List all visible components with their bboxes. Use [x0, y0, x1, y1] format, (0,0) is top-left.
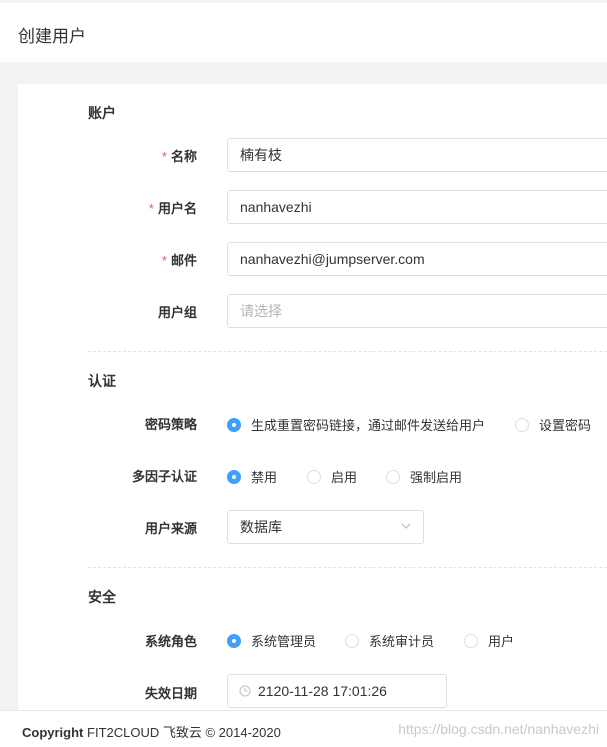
role-label: 系统角色 [144, 634, 197, 649]
radio-role-user[interactable]: 用户 [464, 631, 514, 650]
radio-set-password[interactable]: 设置密码 [515, 415, 591, 434]
expire-label: 失效日期 [144, 686, 197, 701]
radio-dot [386, 469, 400, 484]
name-input[interactable]: 楠有枝 [227, 138, 607, 172]
radio-role-auditor[interactable]: 系统审计员 [345, 631, 434, 650]
section-divider [88, 351, 607, 352]
radio-dot [464, 633, 478, 648]
groups-label: 用户组 [157, 305, 197, 320]
source-select[interactable]: 数据库 [227, 510, 424, 544]
username-label: * 用户名 [148, 201, 197, 216]
radio-dot [515, 417, 529, 432]
expire-date-input[interactable]: 2120-11-28 17:01:26 [227, 674, 447, 708]
email-input[interactable]: nanhavezhi@jumpserver.com [227, 242, 607, 276]
radio-dot [227, 417, 241, 432]
groups-select[interactable]: 请选择 [227, 294, 607, 328]
radio-mfa-forced[interactable]: 强制启用 [386, 467, 462, 486]
mfa-label: 多因子认证 [131, 469, 197, 484]
radio-mfa-disabled[interactable]: 禁用 [227, 467, 277, 486]
user-form: 账户 * 名称 楠有枝 * 用户名 nanhavezhi * 邮件 nanhavezh… [18, 84, 607, 710]
section-account-title: 账户 [88, 105, 116, 121]
section-security-title: 安全 [88, 589, 116, 605]
radio-dot [345, 633, 359, 648]
required-mark: * [161, 149, 167, 164]
name-label: * 名称 [161, 149, 197, 164]
required-mark: * [148, 201, 154, 216]
section-divider [88, 567, 607, 568]
copyright: Copyright FIT2CLOUD 飞致云 © 2014-2020 [22, 725, 281, 740]
clock-icon [239, 685, 251, 697]
source-value: 数据库 [240, 519, 282, 535]
expire-date-value: 2120-11-28 17:01:26 [258, 683, 387, 699]
page-title: 创建用户 [18, 27, 86, 46]
chevron-down-icon [401, 523, 411, 529]
page-header: 创建用户 [0, 0, 607, 62]
watermark: https://blog.csdn.net/nanhavezhi [398, 721, 599, 737]
radio-dot [227, 469, 241, 484]
username-input[interactable]: nanhavezhi [227, 190, 607, 224]
radio-password-reset-link[interactable]: 生成重置密码链接，通过邮件发送给用户 [227, 415, 485, 434]
radio-role-admin[interactable]: 系统管理员 [227, 631, 316, 650]
source-label: 用户来源 [144, 521, 197, 536]
email-label: * 邮件 [161, 253, 197, 268]
password-strategy-label: 密码策略 [144, 417, 197, 432]
radio-dot [307, 469, 321, 484]
radio-dot [227, 633, 241, 648]
page-footer: Copyright FIT2CLOUD 飞致云 © 2014-2020 http… [0, 710, 607, 747]
radio-mfa-enabled[interactable]: 启用 [307, 467, 357, 486]
section-auth-title: 认证 [88, 373, 116, 389]
required-mark: * [161, 253, 167, 268]
